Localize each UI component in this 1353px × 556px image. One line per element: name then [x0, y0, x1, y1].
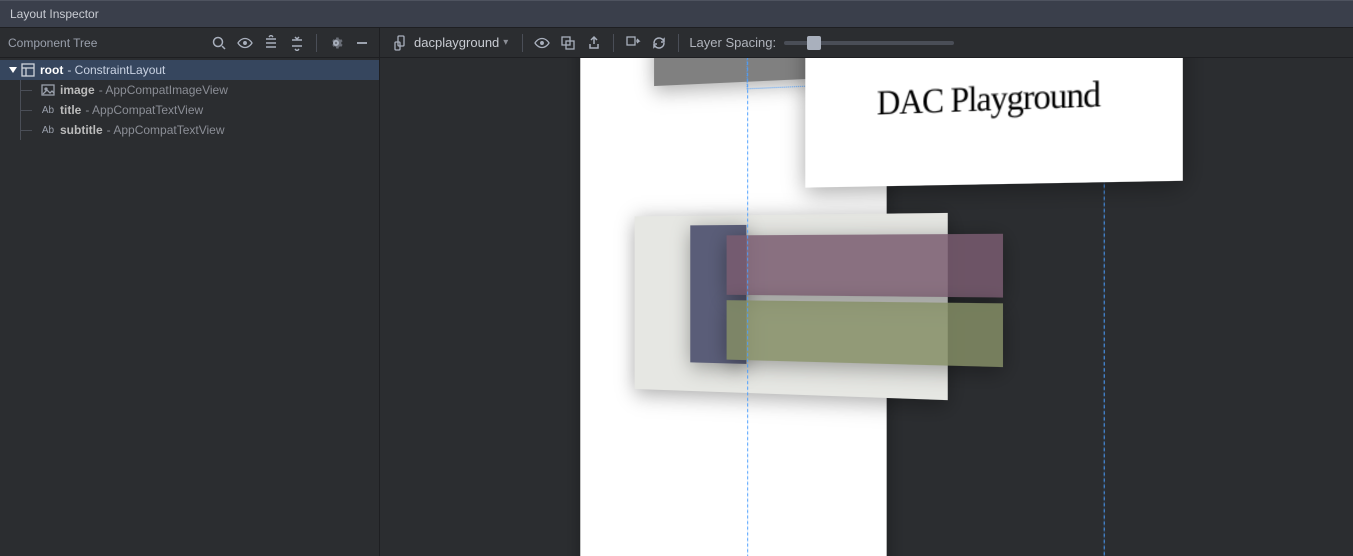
separator — [316, 34, 317, 52]
main: Component Tree — [0, 28, 1353, 556]
search-icon[interactable] — [210, 34, 228, 52]
layer-spacing-slider[interactable] — [784, 41, 954, 45]
tree-item-root[interactable]: root - ConstraintLayout — [0, 60, 379, 80]
tree-item-type: - AppCompatTextView — [85, 103, 203, 117]
collapse-all-icon[interactable] — [288, 34, 306, 52]
viewer-toolbar: dacplayground ▾ Layer Spacing: — [380, 28, 1353, 58]
gear-icon[interactable] — [327, 34, 345, 52]
separator — [522, 34, 523, 52]
tree-item-type: - AppCompatImageView — [99, 83, 228, 97]
layer-spacing-control — [784, 41, 954, 45]
tree-item-title[interactable]: Ab title - AppCompatTextView — [0, 100, 379, 120]
process-name: dacplayground — [414, 35, 499, 50]
layout-3d-canvas[interactable]: DAC Playground — [380, 58, 1353, 556]
minimize-icon[interactable] — [353, 34, 371, 52]
live-updates-icon[interactable] — [624, 34, 642, 52]
tree-item-type: - AppCompatTextView — [107, 123, 225, 137]
component-tree-panel: Component Tree — [0, 28, 380, 556]
component-tree-title: Component Tree — [8, 36, 204, 50]
layer-spacing-label: Layer Spacing: — [689, 35, 776, 50]
chevron-down-icon: ▾ — [503, 37, 508, 48]
separator — [613, 34, 614, 52]
process-selector[interactable]: dacplayground ▾ — [388, 34, 512, 52]
image-icon — [40, 82, 56, 98]
window-title: Layout Inspector — [10, 7, 99, 21]
text-icon: Ab — [40, 102, 56, 118]
export-icon[interactable] — [585, 34, 603, 52]
eye-icon[interactable] — [533, 34, 551, 52]
tree-item-subtitle[interactable]: Ab subtitle - AppCompatTextView — [0, 120, 379, 140]
eye-icon[interactable] — [236, 34, 254, 52]
tree-item-name: subtitle — [60, 123, 103, 137]
preview-title-text: DAC Playground — [876, 74, 1099, 124]
chevron-down-icon[interactable] — [8, 66, 18, 74]
refresh-icon[interactable] — [650, 34, 668, 52]
layout-viewer: dacplayground ▾ Layer Spacing: — [380, 28, 1353, 556]
device-icon — [392, 34, 410, 52]
layout-icon — [20, 62, 36, 78]
window-titlebar: Layout Inspector — [0, 0, 1353, 28]
expand-all-icon[interactable] — [262, 34, 280, 52]
tree-item-image[interactable]: image - AppCompatImageView — [0, 80, 379, 100]
separator — [678, 34, 679, 52]
tree-item-name: image — [60, 83, 95, 97]
overlay-icon[interactable] — [559, 34, 577, 52]
tree-item-name: root — [40, 63, 63, 77]
component-tree: root - ConstraintLayout image - AppCompa… — [0, 58, 379, 142]
component-tree-header: Component Tree — [0, 28, 379, 58]
tree-item-type: - ConstraintLayout — [67, 63, 165, 77]
tree-toolbar — [210, 34, 371, 52]
layer-title[interactable]: DAC Playground — [805, 58, 1182, 188]
tree-item-name: title — [60, 103, 81, 117]
text-icon: Ab — [40, 122, 56, 138]
